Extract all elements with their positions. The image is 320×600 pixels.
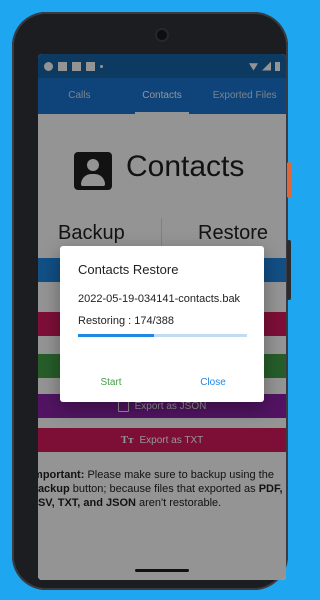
- front-camera: [157, 30, 167, 40]
- phone-frame: Calls Contacts Exported Files Contacts B…: [12, 12, 291, 590]
- home-indicator[interactable]: [135, 569, 189, 572]
- progress-bar: [78, 334, 247, 337]
- dialog-filename: 2022-05-19-034141-contacts.bak: [78, 293, 241, 305]
- restore-dialog: Contacts Restore 2022-05-19-034141-conta…: [60, 246, 264, 402]
- close-button[interactable]: Close: [162, 377, 264, 388]
- progress-bar-fill: [78, 334, 154, 337]
- dialog-progress-text: Restoring : 174/388: [78, 315, 175, 327]
- dialog-actions: Start Close: [60, 377, 264, 388]
- volume-button: [287, 240, 291, 300]
- power-button: [287, 162, 291, 198]
- screen: Calls Contacts Exported Files Contacts B…: [38, 54, 286, 580]
- start-button[interactable]: Start: [60, 377, 162, 388]
- dialog-title: Contacts Restore: [78, 262, 179, 277]
